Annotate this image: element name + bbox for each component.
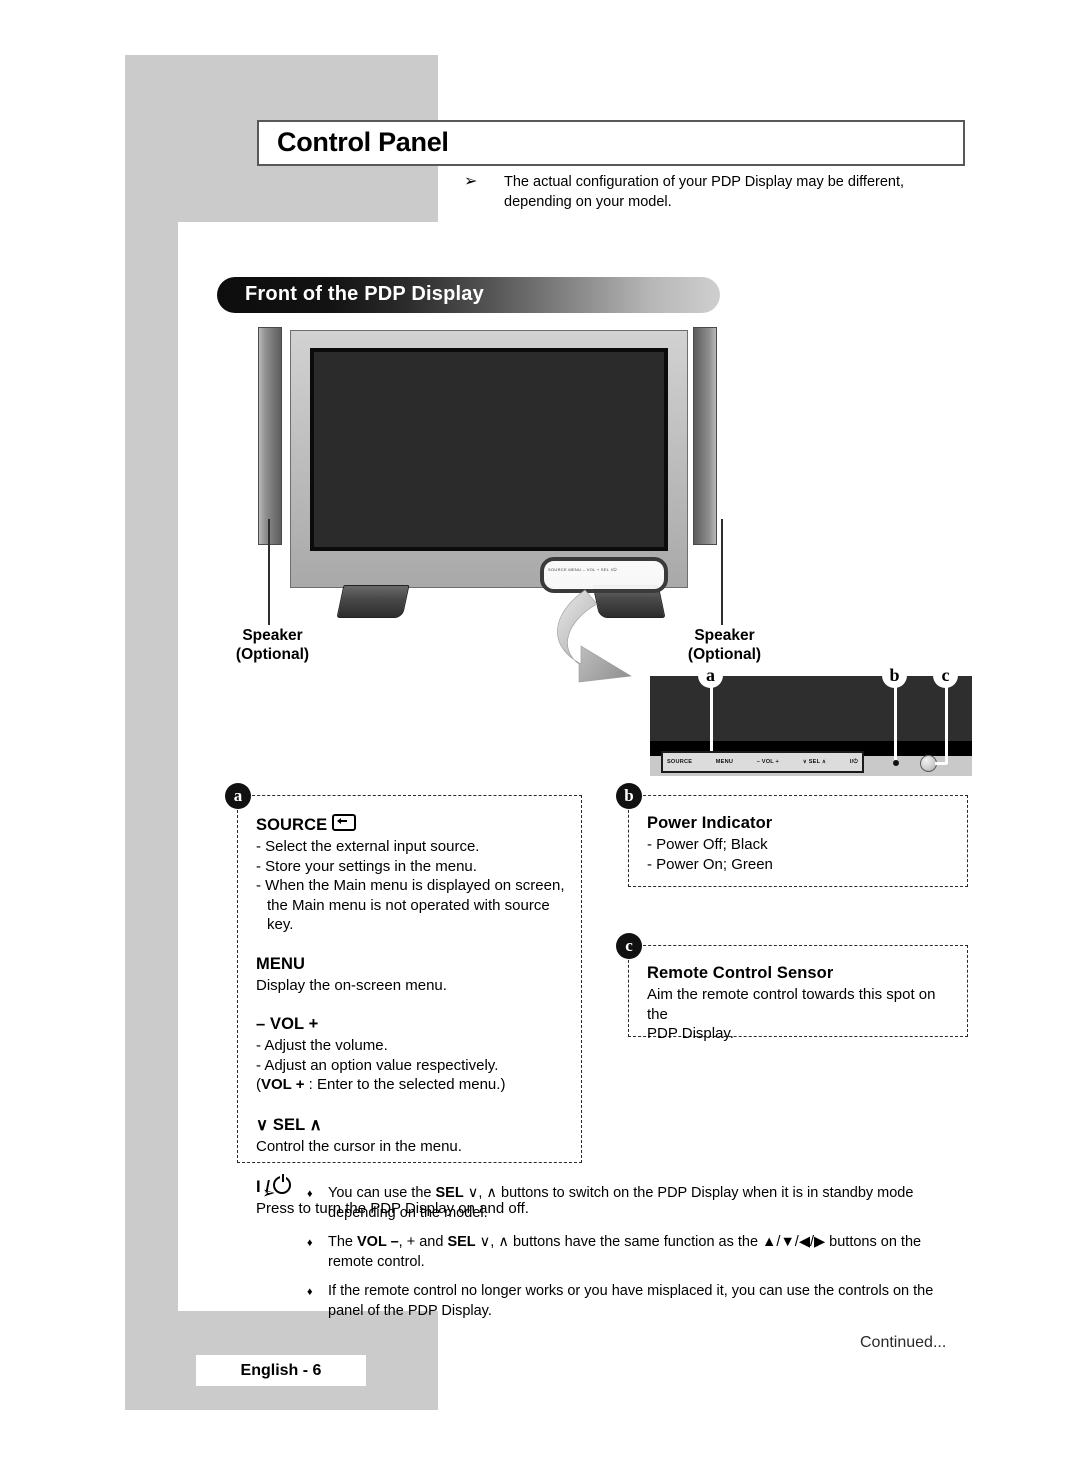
- callout-a-vol-heading: – VOL +: [256, 1015, 319, 1033]
- callout-a-sel-heading: ∨ SEL ∧: [256, 1115, 322, 1134]
- zoom-arrow-icon: [545, 588, 675, 683]
- marker-c: c: [933, 663, 958, 688]
- top-note-text: The actual configuration of your PDP Dis…: [504, 174, 905, 210]
- speaker-right-leader-line: [721, 519, 723, 625]
- diamond-bullet-icon: ♦: [307, 1188, 313, 1200]
- callout-b-badge: b: [616, 783, 642, 809]
- callout-a-source-line-4: the Main menu is not operated with sourc…: [267, 896, 550, 934]
- callout-a-vol-line-2: - Adjust an option value respectively.: [256, 1056, 499, 1074]
- page-title: Control Panel: [277, 126, 449, 157]
- stand-foot-left: [336, 585, 410, 618]
- source-enter-icon: [332, 814, 357, 831]
- callout-a-vol-line-1: - Adjust the volume.: [256, 1037, 388, 1054]
- callout-a-vol-note: (VOL + : Enter to the selected menu.): [256, 1076, 506, 1093]
- section-header-pill: Front of the PDP Display: [217, 277, 720, 313]
- continued-label: Continued...: [860, 1334, 947, 1351]
- callout-a-menu-heading: MENU: [256, 954, 305, 973]
- detail-label-vol: – VOL +: [756, 759, 780, 765]
- detail-label-sel: ∨ SEL ∧: [802, 759, 827, 765]
- control-panel-detail-view: SOURCE MENU – VOL + ∨ SEL ∧ I/⏻: [650, 672, 972, 776]
- callout-a-source-heading: SOURCE: [256, 814, 567, 835]
- callout-c-heading: Remote Control Sensor: [647, 964, 834, 982]
- bottom-note-item-3: ♦ If the remote control no longer works …: [307, 1283, 934, 1319]
- standby-power-icon: [273, 1174, 292, 1194]
- callout-b-line-2: - Power On; Green: [647, 855, 773, 873]
- callout-c-line-2: PDP Display.: [647, 1025, 734, 1042]
- callout-box-a: a SOURCE - Select the external input sou…: [225, 783, 582, 1217]
- callout-box-c: c Remote Control Sensor Aim the remote c…: [616, 933, 968, 1042]
- callout-b-line-1: - Power Off; Black: [647, 836, 768, 853]
- speaker-left-leader-line: [268, 519, 270, 625]
- speaker-right-graphic: [693, 327, 717, 545]
- callout-a-source-line-2: - Store your settings in the menu.: [256, 857, 477, 875]
- marker-c-elbow: [935, 762, 947, 765]
- callout-a-source-line-3: - When the Main menu is displayed on scr…: [256, 877, 565, 894]
- callout-b-heading: Power Indicator: [647, 814, 773, 832]
- page-number-badge: English - 6: [196, 1355, 366, 1386]
- section-title: Front of the PDP Display: [245, 282, 484, 305]
- diamond-bullet-icon: ♦: [307, 1237, 313, 1249]
- speaker-left-caption: Speaker (Optional): [235, 627, 310, 663]
- callout-c-badge: c: [616, 933, 642, 959]
- detail-button-strip: SOURCE MENU – VOL + ∨ SEL ∧ I/⏻: [661, 751, 864, 773]
- marker-a: a: [698, 663, 723, 688]
- pdp-display-illustration: SOURCE MENU – VOL + SEL I/⏻: [252, 327, 722, 618]
- callout-c-line-1: Aim the remote control towards this spot…: [647, 986, 936, 1023]
- callout-a-sel-line-1: Control the cursor in the menu.: [256, 1137, 462, 1155]
- note-arrow-icon: ➢: [464, 173, 478, 190]
- power-indicator-led: [893, 760, 899, 766]
- detail-label-menu: MENU: [715, 759, 734, 765]
- callout-a-menu-line-1: Display the on-screen menu.: [256, 976, 447, 994]
- control-panel-mini-labels: SOURCE MENU – VOL + SEL I/⏻: [548, 567, 617, 572]
- display-screen: [310, 348, 668, 551]
- manual-page: Control Panel ➢ The actual configuration…: [0, 0, 1080, 1473]
- margin-band-left: [125, 222, 178, 1410]
- bottom-note-item-2: ♦ The VOL –, + and SEL ∨, ∧ buttons have…: [307, 1234, 922, 1270]
- diamond-bullet-icon: ♦: [307, 1286, 313, 1298]
- bottom-note-item-1: ♦ You can use the SEL ∨, ∧ buttons to sw…: [307, 1185, 914, 1221]
- callout-a-badge: a: [225, 783, 251, 809]
- detail-label-source: SOURCE: [667, 759, 693, 765]
- chapter-title-box: Control Panel: [257, 120, 965, 166]
- speaker-left-graphic: [258, 327, 282, 545]
- bottom-note-arrow-icon: ➢: [262, 1185, 276, 1202]
- detail-label-power: I/⏻: [849, 758, 858, 765]
- callout-a-source-line-1: - Select the external input source.: [256, 838, 480, 855]
- callout-box-b: b Power Indicator - Power Off; Black - P…: [616, 783, 968, 887]
- marker-b: b: [882, 663, 907, 688]
